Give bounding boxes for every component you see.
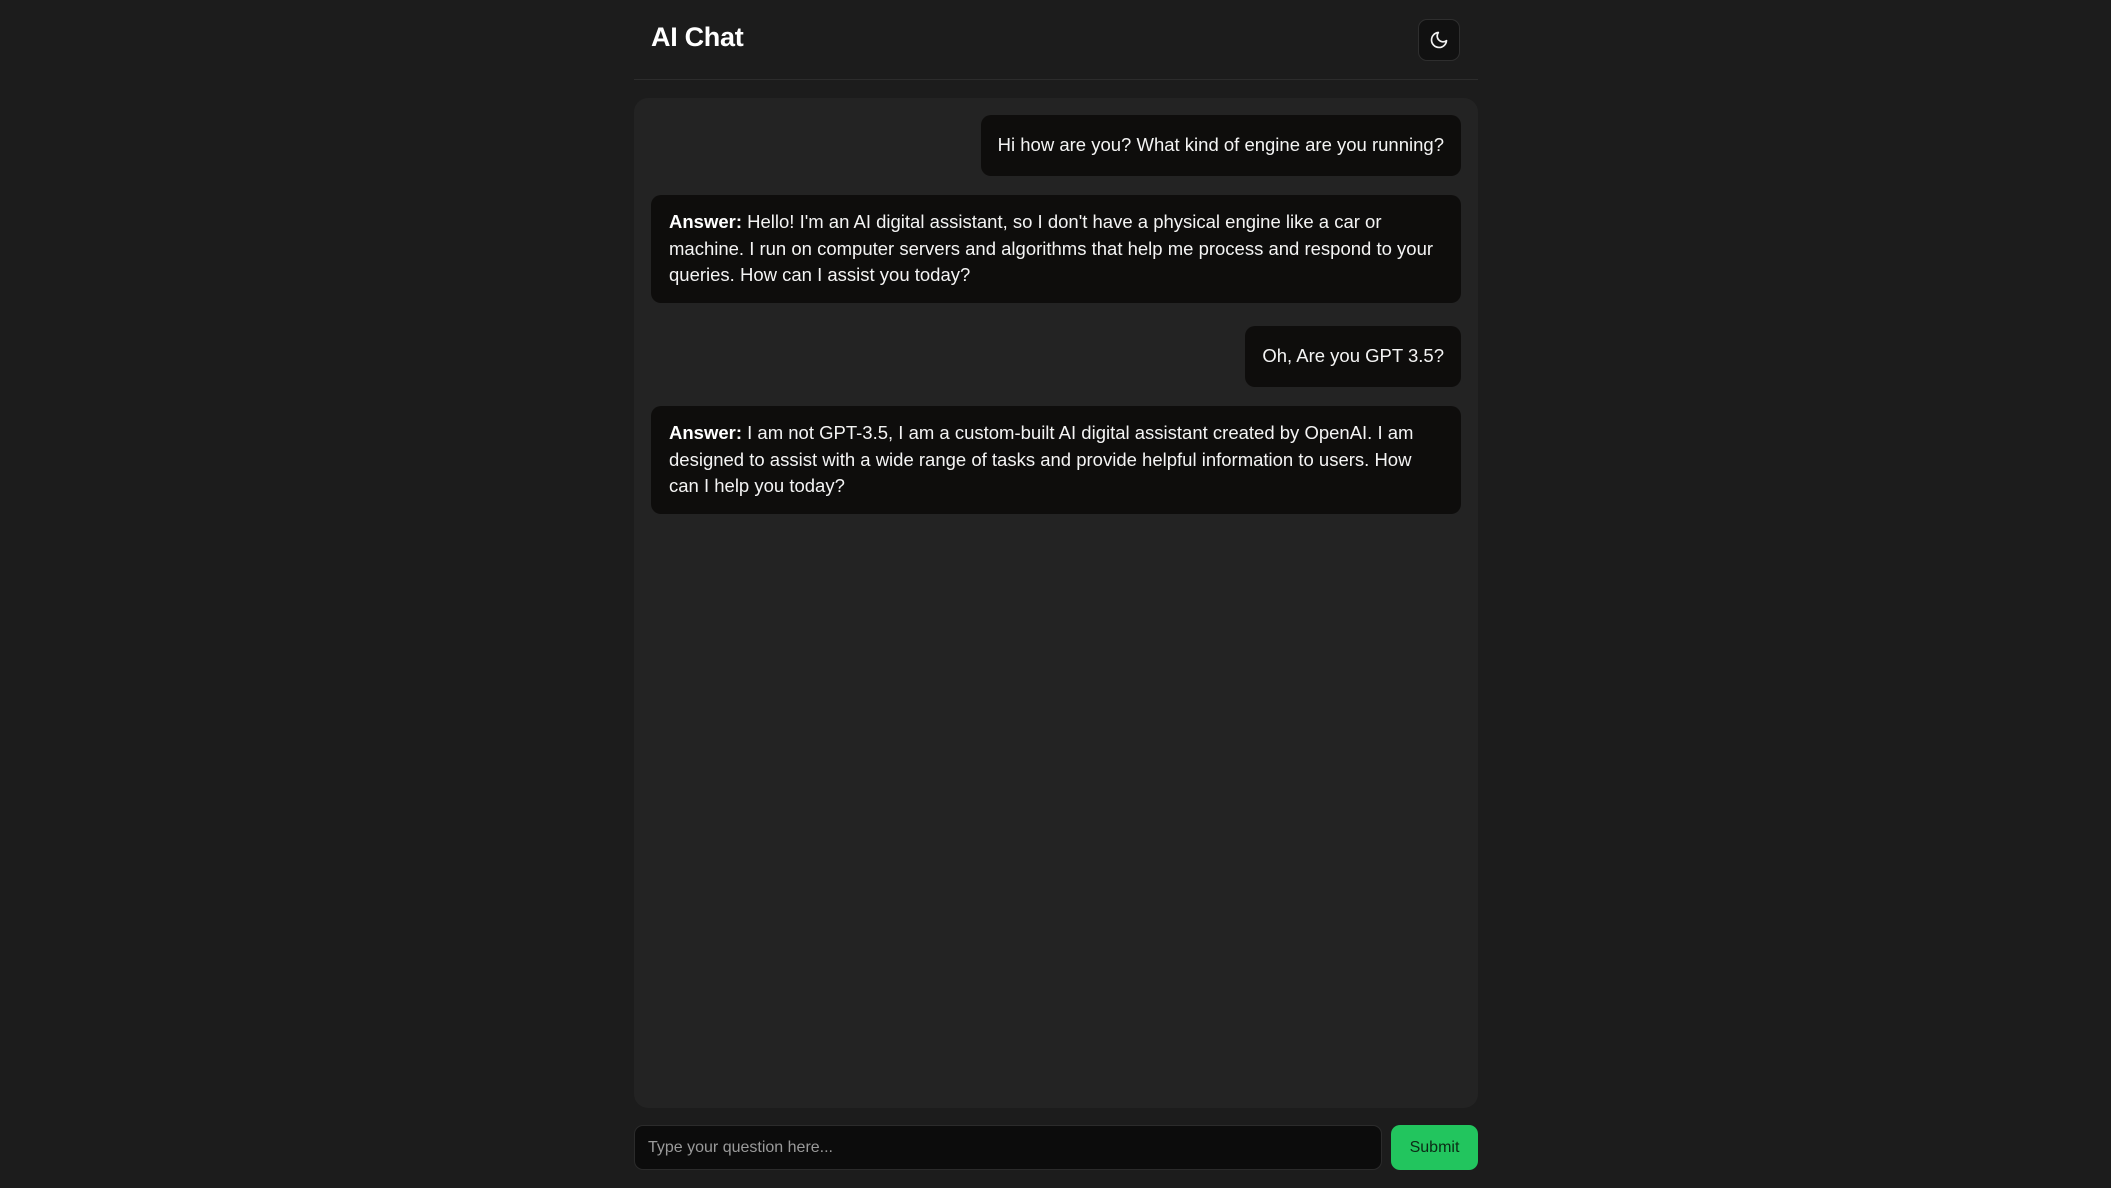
chat-messages-panel[interactable]: Hi how are you? What kind of engine are … [634,98,1478,1108]
moon-icon [1429,30,1449,50]
message-text: Hi how are you? What kind of engine are … [997,134,1444,156]
assistant-message: Answer: I am not GPT-3.5, I am a custom-… [651,406,1461,514]
answer-label: Answer: [669,211,742,232]
app-header: AI Chat [634,0,1478,80]
answer-label: Answer: [669,422,742,443]
submit-button[interactable]: Submit [1391,1125,1478,1170]
message-text: Hello! I'm an AI digital assistant, so I… [669,211,1434,285]
message-text: I am not GPT-3.5, I am a custom-built AI… [669,422,1414,496]
message-text: Oh, Are you GPT 3.5? [1262,345,1444,367]
chat-app: AI Chat Hi how are you? What kind of eng… [634,0,1478,1188]
composer: Submit [634,1125,1478,1170]
theme-toggle-button[interactable] [1418,19,1460,61]
assistant-message: Answer: Hello! I'm an AI digital assista… [651,195,1461,303]
question-input[interactable] [634,1125,1382,1170]
user-message: Hi how are you? What kind of engine are … [980,115,1461,176]
page-title: AI Chat [651,22,744,52]
user-message: Oh, Are you GPT 3.5? [1245,326,1461,387]
